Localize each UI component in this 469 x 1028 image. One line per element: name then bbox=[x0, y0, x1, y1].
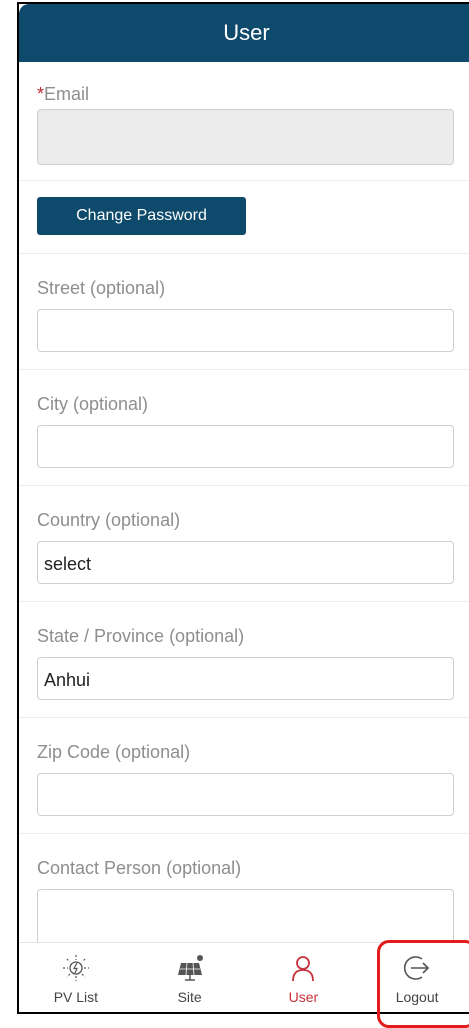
zip-label: Zip Code (optional) bbox=[37, 742, 191, 762]
tab-site[interactable]: Site bbox=[133, 943, 247, 1012]
user-form: *Email Change Password Street (optional)… bbox=[19, 62, 469, 954]
street-section: Street (optional) bbox=[19, 254, 469, 370]
app-frame: User *Email Change Password Street (opti… bbox=[17, 2, 469, 1014]
country-label: Country (optional) bbox=[37, 510, 181, 530]
contact-input[interactable] bbox=[37, 889, 454, 947]
tab-site-label: Site bbox=[177, 989, 202, 1005]
contact-label: Contact Person (optional) bbox=[37, 858, 242, 878]
user-icon bbox=[292, 956, 315, 982]
state-select[interactable]: Anhui bbox=[37, 657, 454, 700]
country-section: Country (optional) select bbox=[19, 486, 469, 602]
tab-user[interactable]: User bbox=[247, 943, 361, 1012]
email-label: Email bbox=[44, 84, 90, 104]
state-section: State / Province (optional) Anhui bbox=[19, 602, 469, 718]
email-section: *Email bbox=[19, 62, 469, 181]
city-label: City (optional) bbox=[37, 394, 149, 414]
zip-section: Zip Code (optional) bbox=[19, 718, 469, 834]
password-section: Change Password bbox=[19, 181, 469, 254]
required-mark: * bbox=[37, 84, 45, 104]
app-header: User bbox=[19, 4, 469, 62]
email-field[interactable] bbox=[37, 109, 454, 165]
logout-highlight-box bbox=[377, 940, 469, 1028]
city-section: City (optional) bbox=[19, 370, 469, 486]
change-password-button[interactable]: Change Password bbox=[37, 197, 246, 235]
city-input[interactable] bbox=[37, 425, 454, 468]
tab-pv-list[interactable]: PV List bbox=[19, 943, 133, 1012]
page-title: User bbox=[223, 20, 270, 45]
street-label: Street (optional) bbox=[37, 278, 166, 298]
contact-section: Contact Person (optional) bbox=[19, 834, 469, 954]
site-icon bbox=[177, 955, 203, 981]
pv-list-icon bbox=[62, 955, 89, 981]
country-select[interactable]: select bbox=[37, 541, 454, 584]
tab-pv-list-label: PV List bbox=[53, 989, 99, 1005]
street-input[interactable] bbox=[37, 309, 454, 352]
zip-input[interactable] bbox=[37, 773, 454, 816]
tab-user-label: User bbox=[288, 989, 319, 1005]
state-label: State / Province (optional) bbox=[37, 626, 245, 646]
